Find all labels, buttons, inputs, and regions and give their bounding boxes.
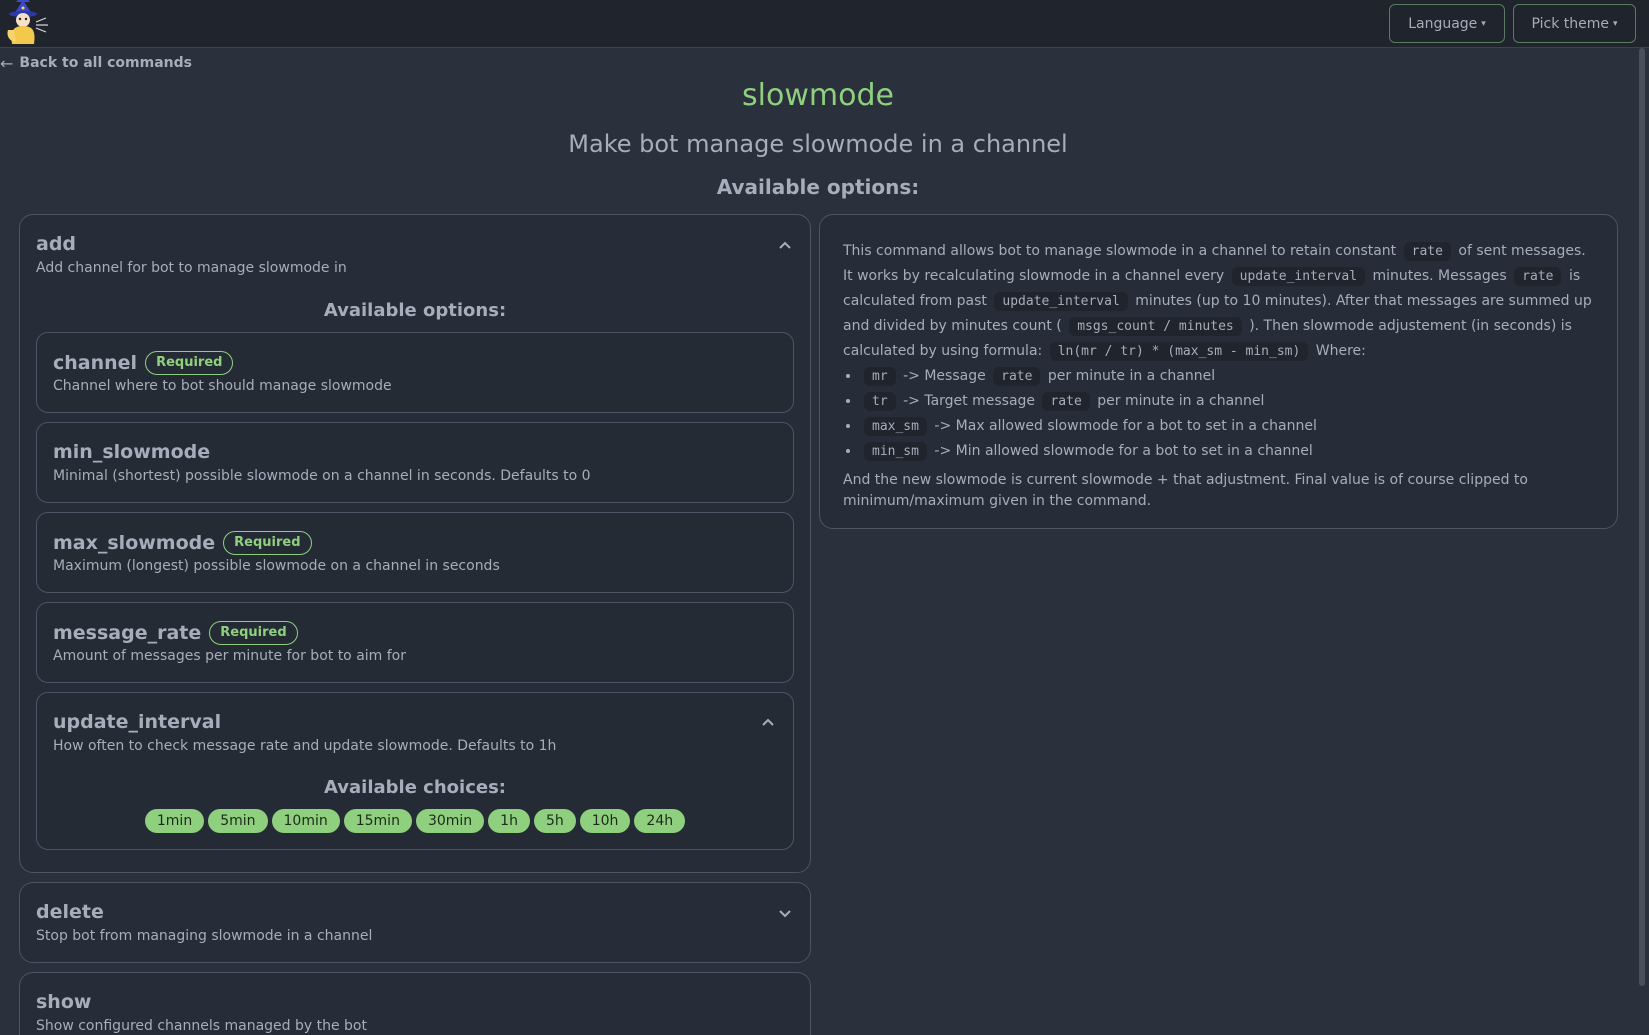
text-span: per minute in a channel [1097,393,1265,409]
command-description: Make bot manage slowmode in a channel [568,130,1068,158]
choice-chip: 10min [271,809,340,833]
code-update-interval: update_interval [994,292,1128,311]
option-description: Minimal (shortest) possible slowmode on … [53,468,591,484]
list-item: tr -> Target message rate per minute in … [861,389,1598,414]
required-badge: Required [223,531,312,555]
theme-label: Pick theme [1531,15,1609,32]
caret-down-icon: ▾ [1612,18,1618,29]
back-to-commands-link[interactable]: ← Back to all commands [0,53,192,73]
arrow-left-icon: ← [0,53,14,73]
choice-chip: 15min [343,809,412,833]
option-name: message_rate [53,622,202,644]
text-span: Where: [1315,343,1366,359]
list-item: min_sm -> Min allowed slowmode for a bot… [861,439,1598,464]
code-update-interval: update_interval [1231,267,1366,286]
choices-heading: Available choices: [324,777,506,798]
subcommand-description: Stop bot from managing slowmode in a cha… [36,928,373,944]
text-span: -> Target message [903,393,1036,409]
theme-dropdown[interactable]: Pick theme ▾ [1513,4,1636,43]
subcommand-name: add [36,233,77,255]
subcommand-name: show [36,991,92,1013]
choice-chip: 5min [208,809,268,833]
choice-chip: 1h [488,809,530,833]
code-rate: rate [993,367,1041,386]
code-msgs-count: msgs_count / minutes [1069,317,1242,336]
subcommand-name: delete [36,901,104,923]
caret-down-icon: ▾ [1481,18,1486,29]
text-span: minutes. Messages [1372,268,1507,284]
required-badge: Required [145,351,234,375]
details-paragraph: This command allows bot to manage slowmo… [843,239,1598,364]
back-link-label: Back to all commands [19,55,192,71]
code-var: mr [864,367,896,386]
code-var: tr [864,392,896,411]
text-span: -> Min allowed slowmode for a bot to set… [934,443,1313,459]
option-card-min-slowmode: min_slowmode Minimal (shortest) possible… [36,422,794,503]
option-description: Amount of messages per minute for bot to… [53,648,407,664]
text-span: per minute in a channel [1047,368,1216,384]
option-description: Maximum (longest) possible slowmode on a… [53,558,500,574]
list-item: mr -> Message rate per minute in a chann… [861,364,1598,389]
choice-chip: 1min [144,809,205,833]
required-badge: Required [209,621,298,645]
text-span: -> Message [903,368,986,384]
subcommand-description: Add channel for bot to manage slowmode i… [36,260,347,276]
choice-chip: 30min [415,809,485,833]
chevron-up-icon[interactable] [761,717,775,727]
variables-list: mr -> Message rate per minute in a chann… [861,364,1598,464]
option-description: Channel where to bot should manage slowm… [53,378,392,394]
code-rate: rate [1042,392,1090,411]
option-name: max_slowmode [53,532,216,554]
subcommand-card-delete[interactable]: delete Stop bot from managing slowmode i… [19,882,811,963]
option-card-update-interval[interactable]: update_interval How often to check messa… [36,692,794,850]
code-rate: rate [1403,242,1451,261]
choice-chip: 10h [579,809,631,833]
subcommand-card-show[interactable]: show Show configured channels managed by… [19,972,811,1035]
scrollbar-thumb[interactable] [1639,48,1645,986]
option-name: min_slowmode [53,441,211,463]
command-title: slowmode [742,78,894,113]
option-card-max-slowmode: max_slowmode Required Maximum (longest) … [36,512,794,593]
language-label: Language [1408,15,1478,32]
code-rate: rate [1514,267,1562,286]
option-name: channel [53,352,138,374]
language-dropdown[interactable]: Language ▾ [1389,4,1505,43]
chevron-up-icon[interactable] [778,240,792,250]
wizard-logo-icon[interactable] [0,0,50,44]
text-span: -> Max allowed slowmode for a bot to set… [934,418,1317,434]
choices-list: 1min 5min 10min 15min 30min 1h 5h 10h 24… [37,809,793,833]
top-navbar: Language ▾ Pick theme ▾ [0,0,1649,48]
page-scrollbar[interactable] [1637,48,1649,1035]
choice-chip: 24h [634,809,686,833]
options-heading: Available options: [323,300,507,321]
subcommand-card-add[interactable]: add Add channel for bot to manage slowmo… [19,214,811,873]
option-card-message-rate: message_rate Required Amount of messages… [36,602,794,683]
subcommand-description: Show configured channels managed by the … [36,1018,367,1034]
code-var: min_sm [864,442,927,461]
code-var: max_sm [864,417,927,436]
options-heading: Available options: [716,175,920,199]
option-description: How often to check message rate and upda… [53,738,557,754]
option-name: update_interval [53,711,222,733]
text-span: This command allows bot to manage slowmo… [843,243,1397,259]
choice-chip: 5h [533,809,576,833]
command-details-panel: This command allows bot to manage slowmo… [819,214,1618,529]
chevron-down-icon[interactable] [778,908,792,918]
details-text: This command allows bot to manage slowmo… [843,239,1598,512]
option-card-channel: channel Required Channel where to bot sh… [36,332,794,413]
code-formula: ln(mr / tr) * (max_sm - min_sm) [1049,342,1309,361]
details-final-paragraph: And the new slowmode is current slowmode… [843,472,1528,509]
list-item: max_sm -> Max allowed slowmode for a bot… [861,414,1598,439]
